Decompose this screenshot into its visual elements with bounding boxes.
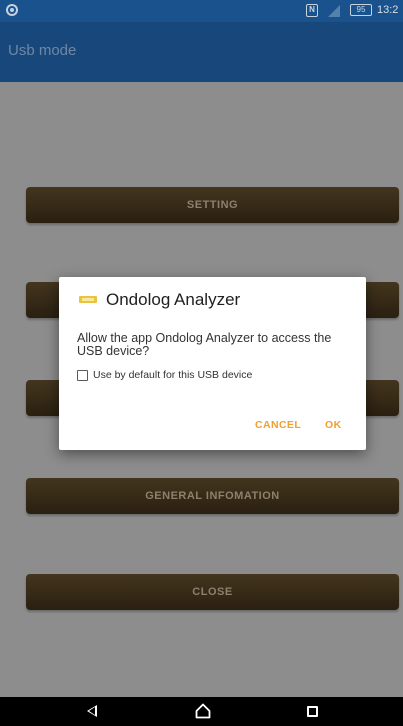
cancel-button[interactable]: CANCEL	[255, 419, 301, 431]
ok-button[interactable]: OK	[325, 419, 342, 431]
dialog-title: Ondolog Analyzer	[106, 290, 241, 309]
use-by-default-label[interactable]: Use by default for this USB device	[93, 369, 252, 381]
dialog-message: Allow the app Ondolog Analyzer to access…	[77, 331, 332, 358]
recents-icon[interactable]	[307, 706, 318, 717]
use-by-default-checkbox[interactable]	[77, 370, 88, 381]
usb-permission-dialog: Ondolog Analyzer Allow the app Ondolog A…	[59, 277, 366, 450]
usb-device-icon	[79, 296, 97, 303]
navigation-bar	[0, 697, 403, 726]
back-icon[interactable]	[87, 705, 97, 717]
phone-screen: N 95 13:2 Usb mode SETTING GENERAL INFOM…	[0, 0, 403, 726]
home-icon[interactable]	[195, 703, 211, 719]
